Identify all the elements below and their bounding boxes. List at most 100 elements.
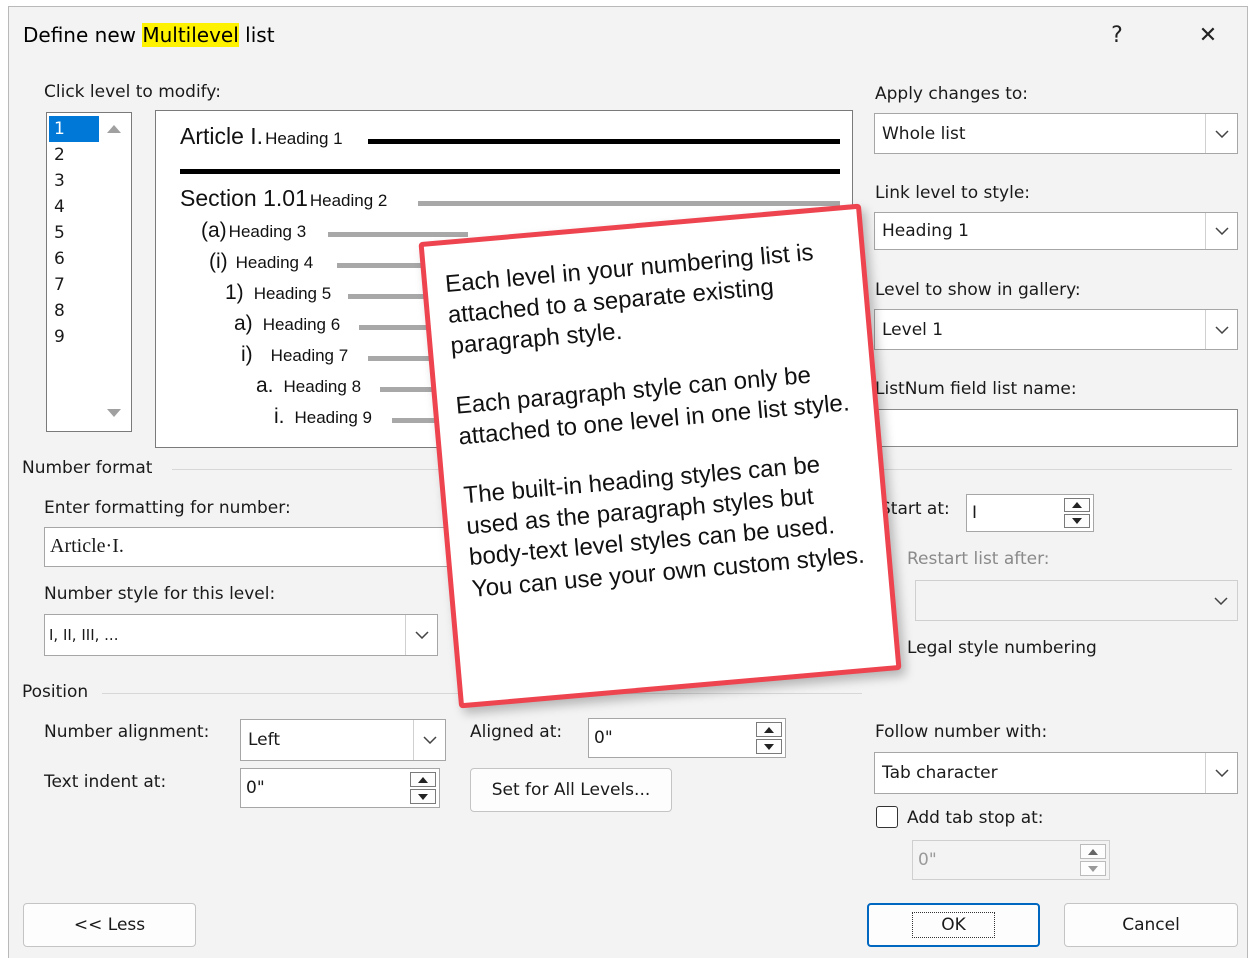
number-format-value: Article·I. [50, 535, 124, 557]
chevron-down-icon [1205, 310, 1237, 349]
enter-formatting-label: Enter formatting for number: [44, 498, 291, 518]
chevron-down-icon [1205, 213, 1237, 249]
number-format-input[interactable]: Article·I. [44, 527, 464, 567]
level-item-9[interactable]: 9 [49, 324, 99, 350]
level-item-8[interactable]: 8 [49, 298, 99, 324]
preview-line-4: (i) Heading 4 [209, 250, 313, 274]
spin-buttons [1064, 498, 1090, 528]
text-indent-spinner[interactable]: 0" [240, 768, 440, 808]
add-tab-stop-checkbox[interactable] [876, 806, 898, 828]
tab-stop-spinner[interactable]: 0" [912, 840, 1110, 880]
dialog-title: Define new Multilevel list [23, 23, 275, 47]
level-item-4[interactable]: 4 [49, 194, 99, 220]
level-item-1[interactable]: 1 [49, 116, 99, 142]
aligned-at-spinner[interactable]: 0" [588, 718, 786, 758]
preview-bar [392, 418, 440, 423]
preview-line-1: Article I. Heading 1 [180, 123, 343, 150]
preview-line-3: (a) Heading 3 [201, 219, 306, 243]
preview-heading: Heading 4 [235, 253, 314, 272]
spin-up-icon[interactable] [410, 772, 436, 787]
preview-num: Article I. [180, 123, 264, 149]
start-at-value: I [972, 503, 978, 523]
gallery-level-dropdown[interactable]: Level 1 [874, 309, 1238, 350]
spin-buttons [410, 772, 436, 804]
cancel-button[interactable]: Cancel [1064, 903, 1238, 947]
close-button[interactable]: ✕ [1185, 15, 1231, 55]
preview-heading: Heading 2 [309, 191, 388, 210]
chevron-down-icon [405, 615, 437, 655]
number-style-dropdown[interactable]: I, II, III, ... [44, 614, 438, 656]
level-item-7[interactable]: 7 [49, 272, 99, 298]
preview-bar [180, 169, 840, 174]
preview-heading: Heading 3 [228, 222, 307, 241]
chevron-down-icon [1205, 753, 1237, 793]
title-suffix: list [238, 23, 275, 47]
number-alignment-dropdown[interactable]: Left [240, 719, 446, 761]
follow-number-label: Follow number with: [875, 722, 1048, 742]
follow-number-dropdown[interactable]: Tab character [874, 752, 1238, 794]
less-button[interactable]: << Less [23, 903, 196, 947]
preview-heading: Heading 6 [262, 315, 341, 334]
title-bar: Define new Multilevel list ? ✕ [9, 7, 1247, 65]
listnum-input[interactable] [874, 409, 1238, 447]
apply-changes-value: Whole list [882, 123, 966, 144]
ok-button[interactable]: OK [867, 903, 1040, 947]
preview-line-2: Section 1.01 Heading 2 [180, 185, 387, 212]
spin-down-icon[interactable] [756, 739, 782, 754]
number-alignment-value: Left [248, 730, 280, 750]
gallery-level-label: Level to show in gallery: [875, 280, 1081, 300]
level-list-scrollbar[interactable] [97, 113, 131, 431]
preview-num: a. [256, 374, 274, 397]
preview-num: (i) [209, 250, 228, 273]
spin-down-icon[interactable] [1080, 861, 1106, 876]
follow-number-value: Tab character [882, 763, 998, 783]
preview-heading: Heading 8 [283, 377, 362, 396]
number-style-value: I, II, III, ... [49, 626, 119, 644]
number-format-group-label: Number format [22, 458, 153, 478]
text-indent-label: Text indent at: [44, 772, 167, 792]
spin-up-icon[interactable] [756, 722, 782, 737]
title-highlight: Multilevel [142, 23, 239, 47]
chevron-down-icon [1205, 581, 1237, 620]
preview-line-8: a. Heading 8 [256, 374, 361, 398]
spin-down-icon[interactable] [1064, 514, 1090, 528]
number-style-label: Number style for this level: [44, 584, 276, 604]
preview-num: i. [274, 405, 285, 428]
start-at-spinner[interactable]: I [966, 494, 1094, 532]
level-item-5[interactable]: 5 [49, 220, 99, 246]
link-level-value: Heading 1 [882, 221, 969, 241]
gallery-level-value: Level 1 [882, 319, 944, 340]
title-prefix: Define new [23, 23, 143, 47]
aligned-at-value: 0" [594, 728, 613, 748]
set-for-all-levels-button[interactable]: Set for All Levels... [470, 768, 672, 812]
preview-num: Section 1.01 [180, 185, 308, 211]
preview-line-9: i. Heading 9 [274, 405, 372, 429]
preview-num: i) [241, 343, 253, 366]
help-button[interactable]: ? [1094, 15, 1140, 55]
restart-after-dropdown[interactable] [915, 580, 1238, 621]
callout-paragraph-2: Each paragraph style can only be attache… [454, 361, 851, 451]
spin-down-icon[interactable] [410, 789, 436, 804]
preview-heading: Heading 1 [265, 129, 343, 148]
legal-style-label[interactable]: Legal style numbering [907, 638, 1097, 658]
spin-buttons [1080, 844, 1106, 876]
link-level-dropdown[interactable]: Heading 1 [874, 212, 1238, 250]
preview-num: 1) [225, 281, 244, 304]
level-item-2[interactable]: 2 [49, 142, 99, 168]
preview-heading: Heading 5 [253, 284, 332, 303]
preview-num: (a) [201, 219, 227, 242]
spin-up-icon[interactable] [1064, 498, 1090, 512]
level-list[interactable]: 1 2 3 4 5 6 7 8 9 [46, 112, 132, 432]
preview-heading: Heading 7 [270, 346, 349, 365]
preview-line-6: a) Heading 6 [234, 312, 340, 336]
spin-up-icon[interactable] [1080, 844, 1106, 859]
apply-changes-label: Apply changes to: [875, 84, 1029, 104]
callout-paragraph-3: The built-in heading styles can be used … [462, 451, 866, 603]
level-item-3[interactable]: 3 [49, 168, 99, 194]
preview-bar [368, 139, 840, 144]
preview-num: a) [234, 312, 253, 335]
level-item-6[interactable]: 6 [49, 246, 99, 272]
callout-note: Each level in your numbering list is att… [418, 203, 902, 709]
link-level-label: Link level to style: [875, 183, 1031, 203]
apply-changes-dropdown[interactable]: Whole list [874, 113, 1238, 154]
